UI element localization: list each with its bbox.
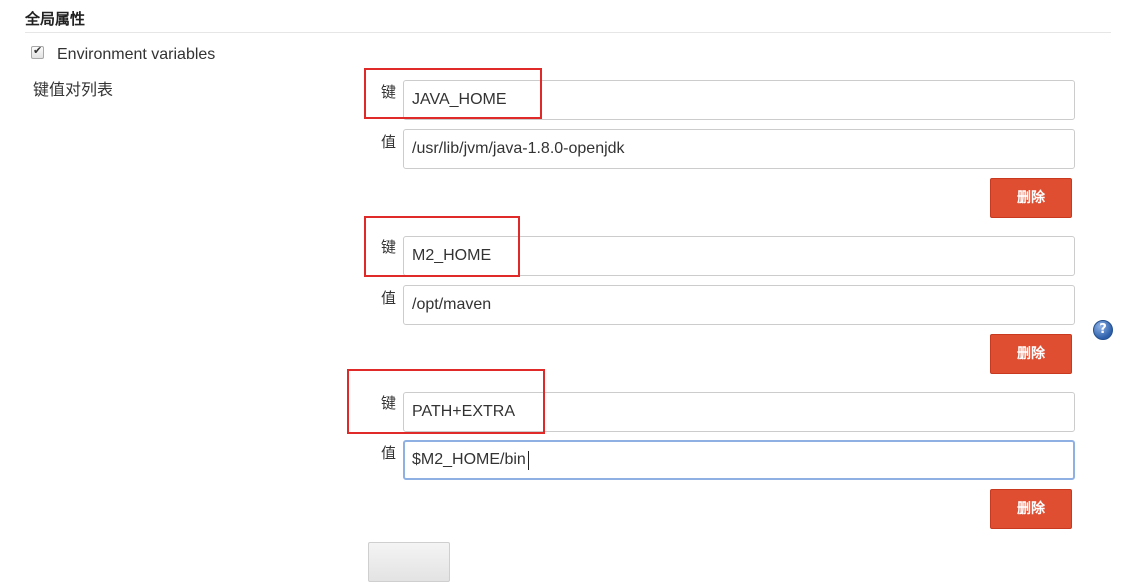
text-cursor	[528, 451, 529, 470]
key-input-3[interactable]	[403, 392, 1075, 432]
checkmark-icon: ✔	[33, 44, 43, 57]
section-divider	[25, 32, 1111, 33]
section-title: 全局属性	[25, 10, 86, 28]
key-input-2[interactable]	[403, 236, 1075, 276]
value-input-1[interactable]	[403, 129, 1075, 169]
add-button[interactable]	[368, 542, 450, 582]
delete-button-1[interactable]: 删除	[990, 178, 1072, 218]
key-input-1[interactable]	[403, 80, 1075, 120]
environment-variables-label[interactable]: Environment variables	[57, 46, 215, 64]
key-label: 键	[381, 394, 397, 412]
help-icon[interactable]: ?	[1093, 320, 1113, 340]
value-input-3[interactable]	[403, 440, 1075, 480]
delete-button-3[interactable]: 删除	[990, 489, 1072, 529]
value-input-2[interactable]	[403, 285, 1075, 325]
key-label: 键	[381, 83, 397, 101]
delete-button-2[interactable]: 删除	[990, 334, 1072, 374]
value-label: 值	[381, 133, 397, 151]
value-label: 值	[381, 444, 397, 462]
key-value-list-label: 键值对列表	[33, 80, 114, 99]
key-label: 键	[381, 238, 397, 256]
value-label: 值	[381, 289, 397, 307]
environment-variables-checkbox[interactable]: ✔	[31, 44, 44, 59]
